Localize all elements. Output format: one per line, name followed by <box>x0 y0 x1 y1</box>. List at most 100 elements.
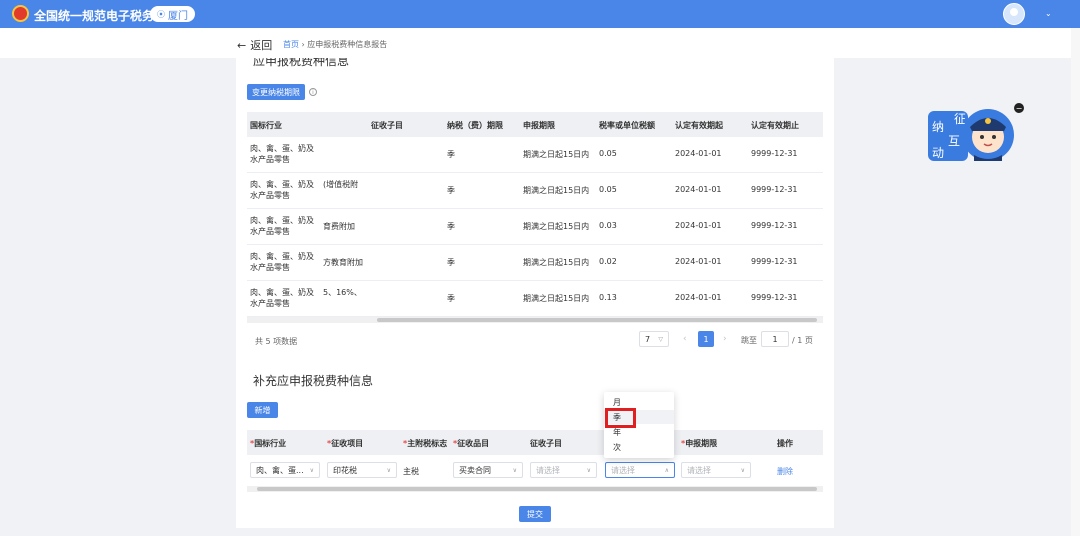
jump-label: 跳至 <box>741 336 757 345</box>
col-header-deadline: *申报期限 <box>681 439 718 448</box>
main-card: 应申报税费种信息 变更纳税期限 i 国标行业 征收子目 纳税（费）期限 申报期限… <box>236 58 834 528</box>
col-header-valid-from: 认定有效期起 <box>675 121 723 130</box>
table-row: 肉、禽、蛋、奶及水产品零售 (增值税附 季 期满之日起15日内 0.05 202… <box>247 173 823 209</box>
col-header-project: *征收项目 <box>327 439 364 448</box>
chevron-up-icon: ∧ <box>664 466 669 474</box>
cell-valid-to: 9999-12-31 <box>751 185 798 194</box>
cell-valid-from: 2024-01-01 <box>675 257 722 266</box>
location-pin-icon: ⦿ <box>157 9 165 19</box>
col-header-main-flag: *主附税标志 <box>403 439 448 448</box>
col-header-sub-item: 征收子目 <box>530 439 562 448</box>
cell-valid-from: 2024-01-01 <box>675 185 722 194</box>
section-title-supplementary: 补充应申报税费种信息 <box>253 374 374 388</box>
jump-page-input[interactable]: 1 <box>761 331 789 347</box>
back-button[interactable]: ← 返回 <box>237 37 272 53</box>
cell-period: 季 <box>447 222 455 231</box>
prev-page-icon[interactable]: ‹ <box>683 334 687 344</box>
project-select[interactable]: 印花税 ∨ <box>327 462 397 478</box>
table-row: 肉、禽、蛋、奶及水产品零售 5、16%、 季 期满之日起15日内 0.13 20… <box>247 281 823 317</box>
table-header: 国标行业 征收子目 纳税（费）期限 申报期限 税率或单位税额 认定有效期起 认定… <box>247 112 823 137</box>
sub-item-select[interactable]: 请选择 ∨ <box>530 462 597 478</box>
next-page-icon[interactable]: › <box>723 334 727 344</box>
breadcrumb: 首页 › 应申报税费种信息报告 <box>283 39 387 50</box>
highlight-annotation-box <box>605 408 636 428</box>
svg-text:纳: 纳 <box>932 120 944 134</box>
svg-text:动: 动 <box>932 146 944 160</box>
cell-sub-item: (增值税附 <box>323 180 359 189</box>
cell-deadline: 期满之日起15日内 <box>523 294 590 303</box>
page-size-select[interactable]: 7 ▽ <box>639 331 669 347</box>
chevron-down-icon: ∨ <box>586 466 591 474</box>
cell-sub-item: 5、16%、 <box>323 288 362 297</box>
col-header-item: *征收品目 <box>453 439 490 448</box>
cell-rate: 0.05 <box>599 149 617 158</box>
cell-period: 季 <box>447 294 455 303</box>
cell-deadline: 期满之日起15日内 <box>523 150 590 159</box>
industry-select[interactable]: 肉、禽、蛋... ∨ <box>250 462 320 478</box>
cell-valid-to: 9999-12-31 <box>751 221 798 230</box>
mascot-assistant[interactable]: 征 纳 互 动 <box>926 103 1022 165</box>
table-horizontal-scrollbar[interactable] <box>247 317 823 323</box>
cell-deadline: 期满之日起15日内 <box>523 258 590 267</box>
svg-text:互: 互 <box>948 134 960 148</box>
cell-sub-item: 育费附加 <box>323 222 355 231</box>
scrollbar-thumb[interactable] <box>377 318 817 322</box>
svg-text:征: 征 <box>954 112 966 126</box>
breadcrumb-home[interactable]: 首页 <box>283 40 299 49</box>
table-horizontal-scrollbar[interactable] <box>247 486 823 492</box>
chevron-down-icon: ∨ <box>309 466 314 474</box>
col-header-actions: 操作 <box>777 439 793 448</box>
period-select[interactable]: 请选择 ∧ <box>605 462 675 478</box>
col-header-period: 纳税（费）期限 <box>447 121 503 130</box>
cell-sub-item: 方教育附加 <box>323 258 363 267</box>
back-label: 返回 <box>250 39 273 52</box>
col-header-valid-to: 认定有效期止 <box>751 121 799 130</box>
add-button[interactable]: 新增 <box>247 402 278 418</box>
page-scrollbar[interactable] <box>1071 28 1080 536</box>
deadline-select[interactable]: 请选择 ∨ <box>681 462 751 478</box>
top-bar: 全国统一规范电子税务局 ⦿ 厦门 ⌄ <box>0 0 1080 28</box>
user-menu-chevron-icon[interactable]: ⌄ <box>1045 9 1052 18</box>
table-row: 肉、禽、蛋、奶及水产品零售 季 期满之日起15日内 0.05 2024-01-0… <box>247 137 823 173</box>
mascot-close-icon[interactable]: − <box>1014 103 1024 113</box>
city-label: 厦门 <box>168 10 188 22</box>
chevron-down-icon: ∨ <box>740 466 745 474</box>
cell-industry: 肉、禽、蛋、奶及水产品零售 <box>250 144 314 164</box>
cell-deadline: 期满之日起15日内 <box>523 222 590 231</box>
cell-industry: 肉、禽、蛋、奶及水产品零售 <box>250 180 314 200</box>
col-header-deadline: 申报期限 <box>523 121 555 130</box>
dropdown-option-times[interactable]: 次 <box>604 440 674 454</box>
chevron-down-icon: ▽ <box>658 335 663 343</box>
cell-period: 季 <box>447 186 455 195</box>
info-icon[interactable]: i <box>309 88 317 96</box>
app-title: 全国统一规范电子税务局 <box>34 9 167 23</box>
breadcrumb-separator: › <box>301 40 305 49</box>
item-select[interactable]: 买卖合同 ∨ <box>453 462 523 478</box>
cell-industry: 肉、禽、蛋、奶及水产品零售 <box>250 252 314 272</box>
city-selector[interactable]: ⦿ 厦门 <box>150 6 195 22</box>
cell-valid-to: 9999-12-31 <box>751 149 798 158</box>
page-1-button[interactable]: 1 <box>698 331 714 347</box>
change-tax-period-button[interactable]: 变更纳税期限 <box>247 84 305 100</box>
tax-emblem-icon <box>12 5 29 22</box>
delete-link[interactable]: 删除 <box>777 466 793 477</box>
scrollbar-thumb[interactable] <box>257 487 817 491</box>
col-header-rate: 税率或单位税额 <box>599 121 655 130</box>
cell-rate: 0.03 <box>599 221 617 230</box>
user-avatar[interactable] <box>1003 3 1025 25</box>
table-header: *国标行业 *征收项目 *主附税标志 *征收品目 征收子目 *申报期限 操作 <box>247 430 823 455</box>
col-header-industry: 国标行业 <box>250 121 282 130</box>
chevron-down-icon: ∨ <box>512 466 517 474</box>
chevron-down-icon: ∨ <box>386 466 391 474</box>
total-count: 共 5 项数据 <box>255 337 298 346</box>
cell-industry: 肉、禽、蛋、奶及水产品零售 <box>250 288 314 308</box>
page-size-value: 7 <box>645 334 651 344</box>
cell-valid-from: 2024-01-01 <box>675 221 722 230</box>
col-header-industry: *国标行业 <box>250 439 287 448</box>
dropdown-option-month[interactable]: 月 <box>604 395 674 409</box>
back-arrow-icon: ← <box>237 38 247 52</box>
breadcrumb-bar <box>0 28 1080 58</box>
main-flag-value: 主税 <box>403 467 419 476</box>
submit-button[interactable]: 提交 <box>519 506 551 522</box>
cell-valid-to: 9999-12-31 <box>751 293 798 302</box>
